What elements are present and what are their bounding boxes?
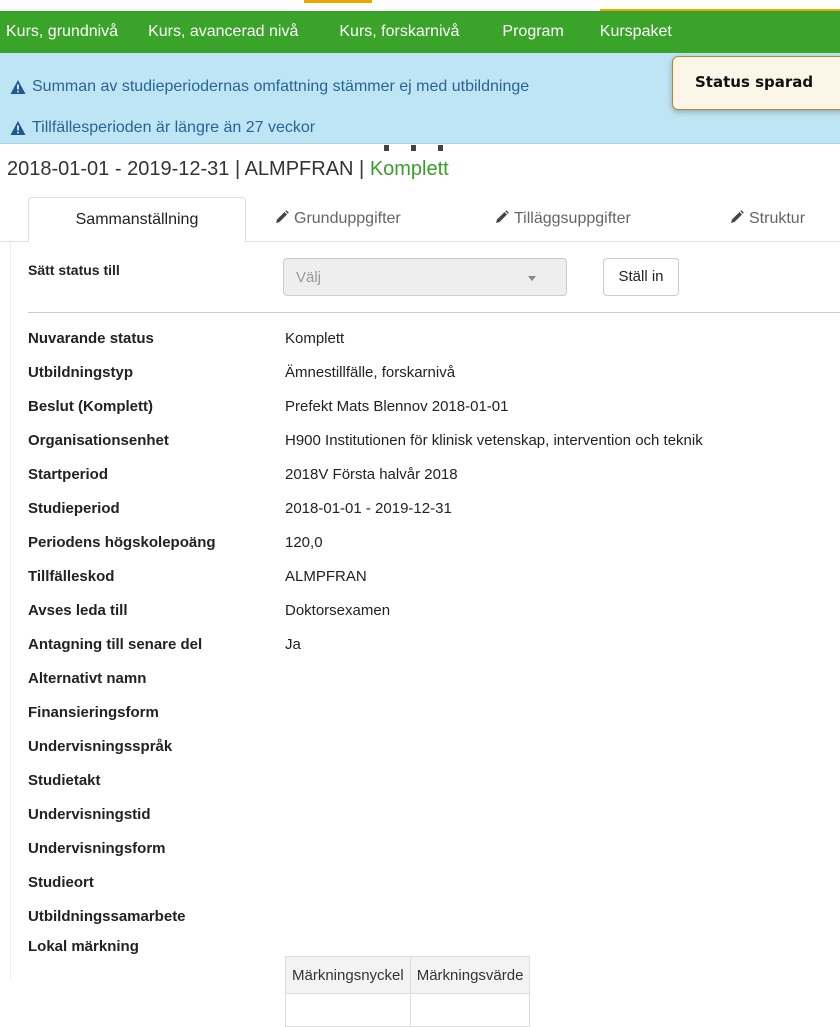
detail-label: Periodens högskolepoäng <box>28 534 216 551</box>
detail-label: Undervisningstid <box>28 806 151 823</box>
nav-item-kurs-avancerad-niva[interactable]: Kurs, avancerad nivå <box>148 23 298 41</box>
detail-row: Organisationsenhet H900 Institutionen för… <box>28 424 840 458</box>
detail-label: Utbildningstyp <box>28 364 133 381</box>
tab-bar: Sammanställning Grunduppgifter Tilläggsu… <box>0 197 840 243</box>
detail-row: Beslut (Komplett) Prefekt Mats Blennov 20… <box>28 390 840 424</box>
detail-label: Tillfälleskod <box>28 568 115 585</box>
detail-label: Utbildningssamarbete <box>28 908 186 925</box>
top-accent-bar <box>304 0 372 3</box>
detail-row: Periodens högskolepoäng 120,0 <box>28 526 840 560</box>
detail-row: Utbildningstyp Ämnestillfälle, forskarniv… <box>28 356 840 390</box>
detail-value: H900 Institutionen för klinisk vetenskap… <box>285 432 703 449</box>
detail-value: Doktorsexamen <box>285 602 391 619</box>
local-marking-table: Märkningsnyckel Märkningsvärde <box>285 956 531 1027</box>
toast-text: Status sparad <box>695 73 814 91</box>
table-cell <box>409 993 531 1027</box>
tab-struktur[interactable]: Struktur <box>730 197 805 241</box>
detail-label: Studieperiod <box>28 500 120 517</box>
nav-item-kurspaket[interactable]: Kurspaket <box>600 23 672 41</box>
alert-message: Tillfällesperioden är längre än 27 vecko… <box>10 119 315 137</box>
detail-label: Avses leda till <box>28 602 128 619</box>
column-header-marking-key: Märkningsnyckel <box>285 956 411 994</box>
detail-label: Undervisningsform <box>28 840 166 857</box>
column-header-marking-value: Märkningsvärde <box>409 956 531 994</box>
detail-row: Utbildningssamarbete <box>28 900 840 934</box>
detail-value: Komplett <box>285 330 345 347</box>
detail-label: Studieort <box>28 874 94 891</box>
page-heading: 2018-01-01 - 2019-12-31 | ALMPFRAN | Kom… <box>0 143 840 191</box>
detail-label: Nuvarande status <box>28 330 154 347</box>
detail-row: Avses leda till Doktorsexamen <box>28 594 840 628</box>
detail-row: Startperiod 2018V Första halvår 2018 <box>28 458 840 492</box>
status-label: Sätt status till <box>28 262 120 278</box>
nav-item-kurs-grundniva[interactable]: Kurs, grundnivå <box>6 23 118 41</box>
heading-status: Komplett <box>369 158 449 180</box>
table-row <box>285 993 531 1027</box>
detail-row: Undervisningsform <box>28 832 840 866</box>
detail-row: Studieperiod 2018-01-01 - 2019-12-31 <box>28 492 840 526</box>
alert-message: Summan av studieperiodernas omfattning s… <box>10 78 529 96</box>
tab-sammanstallning[interactable]: Sammanställning <box>28 197 246 243</box>
tab-tillaggsuppgifter[interactable]: Tilläggsuppgifter <box>495 197 631 241</box>
truncated-title-fragment <box>384 143 474 151</box>
detail-row: Finansieringsform <box>28 696 840 730</box>
warning-icon <box>10 80 26 94</box>
detail-row: Undervisningsspråk <box>28 730 840 764</box>
heading-details: 2018-01-01 - 2019-12-31 | ALMPFRAN | <box>7 158 370 180</box>
detail-value: ALMPFRAN <box>285 568 367 585</box>
detail-row: Antagning till senare del Ja <box>28 628 840 662</box>
detail-label: Undervisningsspråk <box>28 738 173 755</box>
tab-label: Grunduppgifter <box>294 210 401 227</box>
detail-label: Organisationsenhet <box>28 432 169 449</box>
detail-label: Startperiod <box>28 466 109 483</box>
detail-value: Ämnestillfälle, forskarnivå <box>285 364 456 381</box>
detail-row: Studietakt <box>28 764 840 798</box>
pencil-icon <box>276 210 289 223</box>
nav-item-kurs-forskarniva[interactable]: Kurs, forskarnivå <box>339 23 459 41</box>
main-nav: Kurs, grundnivå Kurs, avancerad nivå Kur… <box>0 11 840 53</box>
top-stripe <box>0 0 840 12</box>
table-cell <box>285 993 411 1027</box>
detail-value: Prefekt Mats Blennov 2018-01-01 <box>285 398 509 415</box>
alert-text: Tillfällesperioden är längre än 27 vecko… <box>32 119 316 136</box>
detail-value: 2018-01-01 - 2019-12-31 <box>285 500 452 517</box>
tab-label: Tilläggsuppgifter <box>514 210 631 227</box>
detail-label: Beslut (Komplett) <box>28 398 153 415</box>
detail-value: Ja <box>285 636 301 653</box>
detail-label: Finansieringsform <box>28 704 159 721</box>
detail-label: Alternativt namn <box>28 670 147 687</box>
detail-label: Lokal märkning <box>28 938 139 955</box>
detail-row: Alternativt namn <box>28 662 840 696</box>
detail-row: Tillfälleskod ALMPFRAN <box>28 560 840 594</box>
status-saved-toast[interactable]: Status sparad <box>672 56 840 110</box>
divider <box>28 312 840 313</box>
page-title: 2018-01-01 - 2019-12-31 | ALMPFRAN | Kom… <box>7 158 449 181</box>
pencil-icon <box>731 210 744 223</box>
tab-grunduppgifter[interactable]: Grunduppgifter <box>275 197 401 241</box>
tab-label: Struktur <box>749 210 806 227</box>
alert-text: Summan av studieperiodernas omfattning s… <box>32 78 530 95</box>
detail-row: Nuvarande status Komplett <box>28 322 840 356</box>
table-header-row: Märkningsnyckel Märkningsvärde <box>285 956 531 994</box>
detail-value: 2018V Första halvår 2018 <box>285 466 458 483</box>
nav-item-program[interactable]: Program <box>502 23 563 41</box>
chevron-down-icon <box>528 276 536 281</box>
detail-row: Undervisningstid <box>28 798 840 832</box>
status-select-value: Välj <box>296 269 322 286</box>
pencil-icon <box>496 210 509 223</box>
detail-value: 120,0 <box>285 534 323 551</box>
warning-icon <box>10 121 26 135</box>
tab-label: Sammanställning <box>75 211 199 228</box>
detail-label: Antagning till senare del <box>28 636 203 653</box>
detail-row: Studieort <box>28 866 840 900</box>
set-status-button[interactable]: Ställ in <box>603 258 679 296</box>
detail-label: Studietakt <box>28 772 101 789</box>
status-select[interactable]: Välj <box>283 258 567 296</box>
